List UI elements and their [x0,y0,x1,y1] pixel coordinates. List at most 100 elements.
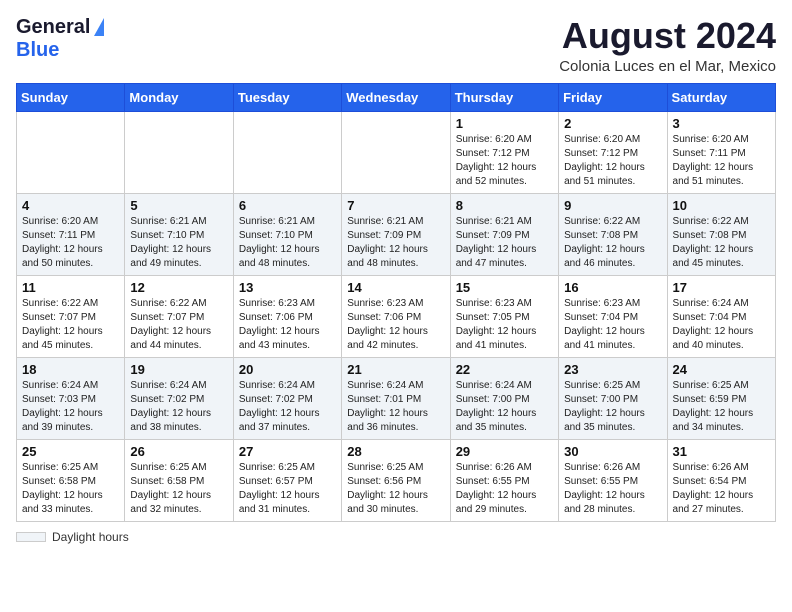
day-number: 23 [564,362,661,377]
calendar-cell: 4Sunrise: 6:20 AM Sunset: 7:11 PM Daylig… [17,193,125,275]
day-info: Sunrise: 6:21 AM Sunset: 7:10 PM Dayligh… [239,215,336,271]
calendar-cell: 22Sunrise: 6:24 AM Sunset: 7:00 PM Dayli… [450,357,558,439]
day-number: 31 [673,444,770,459]
day-info: Sunrise: 6:25 AM Sunset: 6:59 PM Dayligh… [673,379,770,435]
day-info: Sunrise: 6:25 AM Sunset: 6:58 PM Dayligh… [130,461,227,517]
day-number: 2 [564,116,661,131]
day-number: 12 [130,280,227,295]
day-info: Sunrise: 6:26 AM Sunset: 6:55 PM Dayligh… [564,461,661,517]
day-info: Sunrise: 6:25 AM Sunset: 7:00 PM Dayligh… [564,379,661,435]
calendar-cell: 26 Sunrise: 6:25 AM Sunset: 6:58 PM Dayli… [125,439,233,521]
calendar-cell [342,111,450,193]
day-number: 27 [239,444,336,459]
calendar-cell [233,111,341,193]
day-number: 16 [564,280,661,295]
calendar-cell: 21Sunrise: 6:24 AM Sunset: 7:01 PM Dayli… [342,357,450,439]
day-number: 25 [22,444,119,459]
calendar-cell: 29 Sunrise: 6:26 AM Sunset: 6:55 PM Dayli… [450,439,558,521]
calendar-cell [17,111,125,193]
calendar-cell: 31 Sunrise: 6:26 AM Sunset: 6:54 PM Dayli… [667,439,775,521]
day-number: 6 [239,198,336,213]
calendar-cell: 8 Sunrise: 6:21 AM Sunset: 7:09 PM Daylig… [450,193,558,275]
calendar-cell: 10 Sunrise: 6:22 AM Sunset: 7:08 PM Dayli… [667,193,775,275]
day-info: Sunrise: 6:21 AM Sunset: 7:09 PM Dayligh… [347,215,444,271]
day-info: Sunrise: 6:22 AM Sunset: 7:08 PM Dayligh… [673,215,770,271]
day-info: Sunrise: 6:25 AM Sunset: 6:58 PM Dayligh… [22,461,119,517]
calendar-table: SundayMondayTuesdayWednesdayThursdayFrid… [16,83,776,522]
calendar-cell: 6 Sunrise: 6:21 AM Sunset: 7:10 PM Daylig… [233,193,341,275]
day-info: Sunrise: 6:20 AM Sunset: 7:12 PM Dayligh… [564,133,661,189]
day-info: Sunrise: 6:23 AM Sunset: 7:05 PM Dayligh… [456,297,553,353]
calendar-cell: 30Sunrise: 6:26 AM Sunset: 6:55 PM Dayli… [559,439,667,521]
calendar-cell: 17Sunrise: 6:24 AM Sunset: 7:04 PM Dayli… [667,275,775,357]
day-info: Sunrise: 6:24 AM Sunset: 7:04 PM Dayligh… [673,297,770,353]
day-info: Sunrise: 6:24 AM Sunset: 7:02 PM Dayligh… [130,379,227,435]
calendar-header-thursday: Thursday [450,83,558,111]
day-info: Sunrise: 6:21 AM Sunset: 7:09 PM Dayligh… [456,215,553,271]
day-number: 26 [130,444,227,459]
logo-blue-text: Blue [16,39,59,62]
calendar-cell: 5 Sunrise: 6:21 AM Sunset: 7:10 PM Daylig… [125,193,233,275]
day-info: Sunrise: 6:22 AM Sunset: 7:08 PM Dayligh… [564,215,661,271]
calendar-cell: 12 Sunrise: 6:22 AM Sunset: 7:07 PM Dayli… [125,275,233,357]
day-info: Sunrise: 6:25 AM Sunset: 6:57 PM Dayligh… [239,461,336,517]
day-number: 19 [130,362,227,377]
day-number: 18 [22,362,119,377]
day-info: Sunrise: 6:26 AM Sunset: 6:54 PM Dayligh… [673,461,770,517]
page-header: General Blue August 2024 Colonia Luces e… [16,16,776,75]
calendar-cell: 9 Sunrise: 6:22 AM Sunset: 7:08 PM Daylig… [559,193,667,275]
calendar-cell [125,111,233,193]
day-info: Sunrise: 6:21 AM Sunset: 7:10 PM Dayligh… [130,215,227,271]
day-number: 13 [239,280,336,295]
title-area: August 2024 Colonia Luces en el Mar, Mex… [559,16,776,75]
calendar-week-row: 4Sunrise: 6:20 AM Sunset: 7:11 PM Daylig… [17,193,776,275]
calendar-week-row: 1 Sunrise: 6:20 AM Sunset: 7:12 PM Daylig… [17,111,776,193]
day-info: Sunrise: 6:25 AM Sunset: 6:56 PM Dayligh… [347,461,444,517]
calendar-cell: 15Sunrise: 6:23 AM Sunset: 7:05 PM Dayli… [450,275,558,357]
location-title: Colonia Luces en el Mar, Mexico [559,58,776,75]
calendar-week-row: 25 Sunrise: 6:25 AM Sunset: 6:58 PM Dayli… [17,439,776,521]
day-number: 1 [456,116,553,131]
calendar-cell: 23 Sunrise: 6:25 AM Sunset: 7:00 PM Dayli… [559,357,667,439]
day-info: Sunrise: 6:20 AM Sunset: 7:11 PM Dayligh… [22,215,119,271]
calendar-cell: 28Sunrise: 6:25 AM Sunset: 6:56 PM Dayli… [342,439,450,521]
footer-note: Daylight hours [16,530,776,544]
calendar-header-monday: Monday [125,83,233,111]
calendar-cell: 7 Sunrise: 6:21 AM Sunset: 7:09 PM Daylig… [342,193,450,275]
calendar-cell: 19 Sunrise: 6:24 AM Sunset: 7:02 PM Dayli… [125,357,233,439]
day-info: Sunrise: 6:24 AM Sunset: 7:02 PM Dayligh… [239,379,336,435]
day-info: Sunrise: 6:20 AM Sunset: 7:11 PM Dayligh… [673,133,770,189]
day-info: Sunrise: 6:26 AM Sunset: 6:55 PM Dayligh… [456,461,553,517]
calendar-cell: 11Sunrise: 6:22 AM Sunset: 7:07 PM Dayli… [17,275,125,357]
daylight-label: Daylight hours [52,530,129,544]
calendar-cell: 20Sunrise: 6:24 AM Sunset: 7:02 PM Dayli… [233,357,341,439]
logo: General Blue [16,16,104,62]
calendar-cell: 14 Sunrise: 6:23 AM Sunset: 7:06 PM Dayli… [342,275,450,357]
day-number: 7 [347,198,444,213]
calendar-header-saturday: Saturday [667,83,775,111]
day-info: Sunrise: 6:20 AM Sunset: 7:12 PM Dayligh… [456,133,553,189]
day-number: 29 [456,444,553,459]
day-info: Sunrise: 6:24 AM Sunset: 7:03 PM Dayligh… [22,379,119,435]
calendar-header-wednesday: Wednesday [342,83,450,111]
calendar-header-tuesday: Tuesday [233,83,341,111]
day-number: 9 [564,198,661,213]
day-info: Sunrise: 6:24 AM Sunset: 7:00 PM Dayligh… [456,379,553,435]
day-info: Sunrise: 6:22 AM Sunset: 7:07 PM Dayligh… [22,297,119,353]
day-number: 14 [347,280,444,295]
day-number: 8 [456,198,553,213]
day-number: 10 [673,198,770,213]
calendar-cell: 3 Sunrise: 6:20 AM Sunset: 7:11 PM Daylig… [667,111,775,193]
calendar-header-row: SundayMondayTuesdayWednesdayThursdayFrid… [17,83,776,111]
calendar-week-row: 18 Sunrise: 6:24 AM Sunset: 7:03 PM Dayli… [17,357,776,439]
daylight-bar-icon [16,532,46,542]
calendar-header-friday: Friday [559,83,667,111]
logo-triangle-icon [94,18,104,36]
day-info: Sunrise: 6:23 AM Sunset: 7:04 PM Dayligh… [564,297,661,353]
day-number: 3 [673,116,770,131]
day-info: Sunrise: 6:22 AM Sunset: 7:07 PM Dayligh… [130,297,227,353]
day-info: Sunrise: 6:24 AM Sunset: 7:01 PM Dayligh… [347,379,444,435]
day-info: Sunrise: 6:23 AM Sunset: 7:06 PM Dayligh… [347,297,444,353]
day-number: 5 [130,198,227,213]
calendar-header-sunday: Sunday [17,83,125,111]
